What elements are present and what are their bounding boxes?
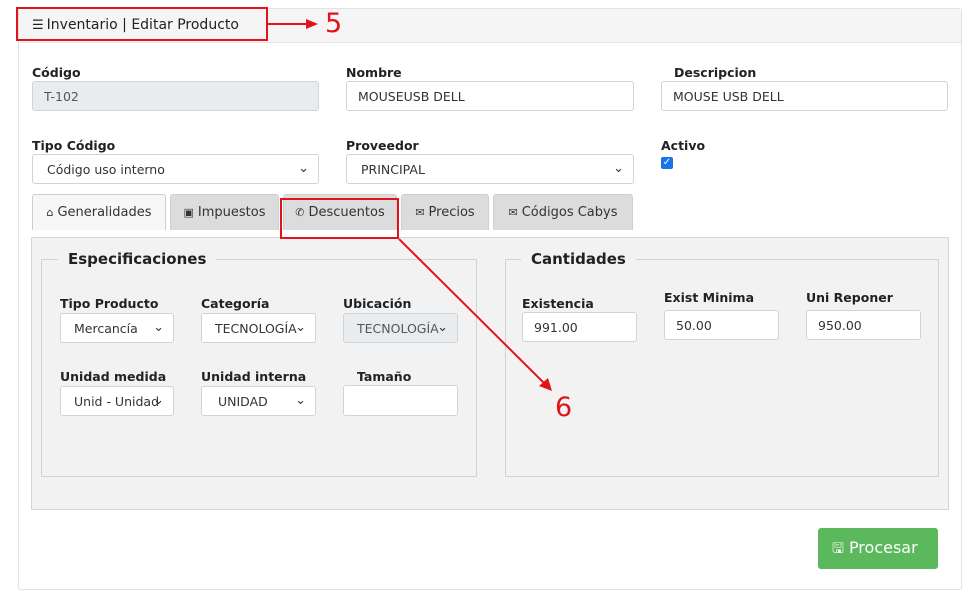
annotation-number-6: 6	[555, 392, 573, 423]
annotation-number-5: 5	[325, 8, 343, 39]
annotation-arrows	[268, 19, 552, 391]
arrow-line-6	[398, 238, 546, 385]
arrow-head-5	[306, 19, 318, 29]
